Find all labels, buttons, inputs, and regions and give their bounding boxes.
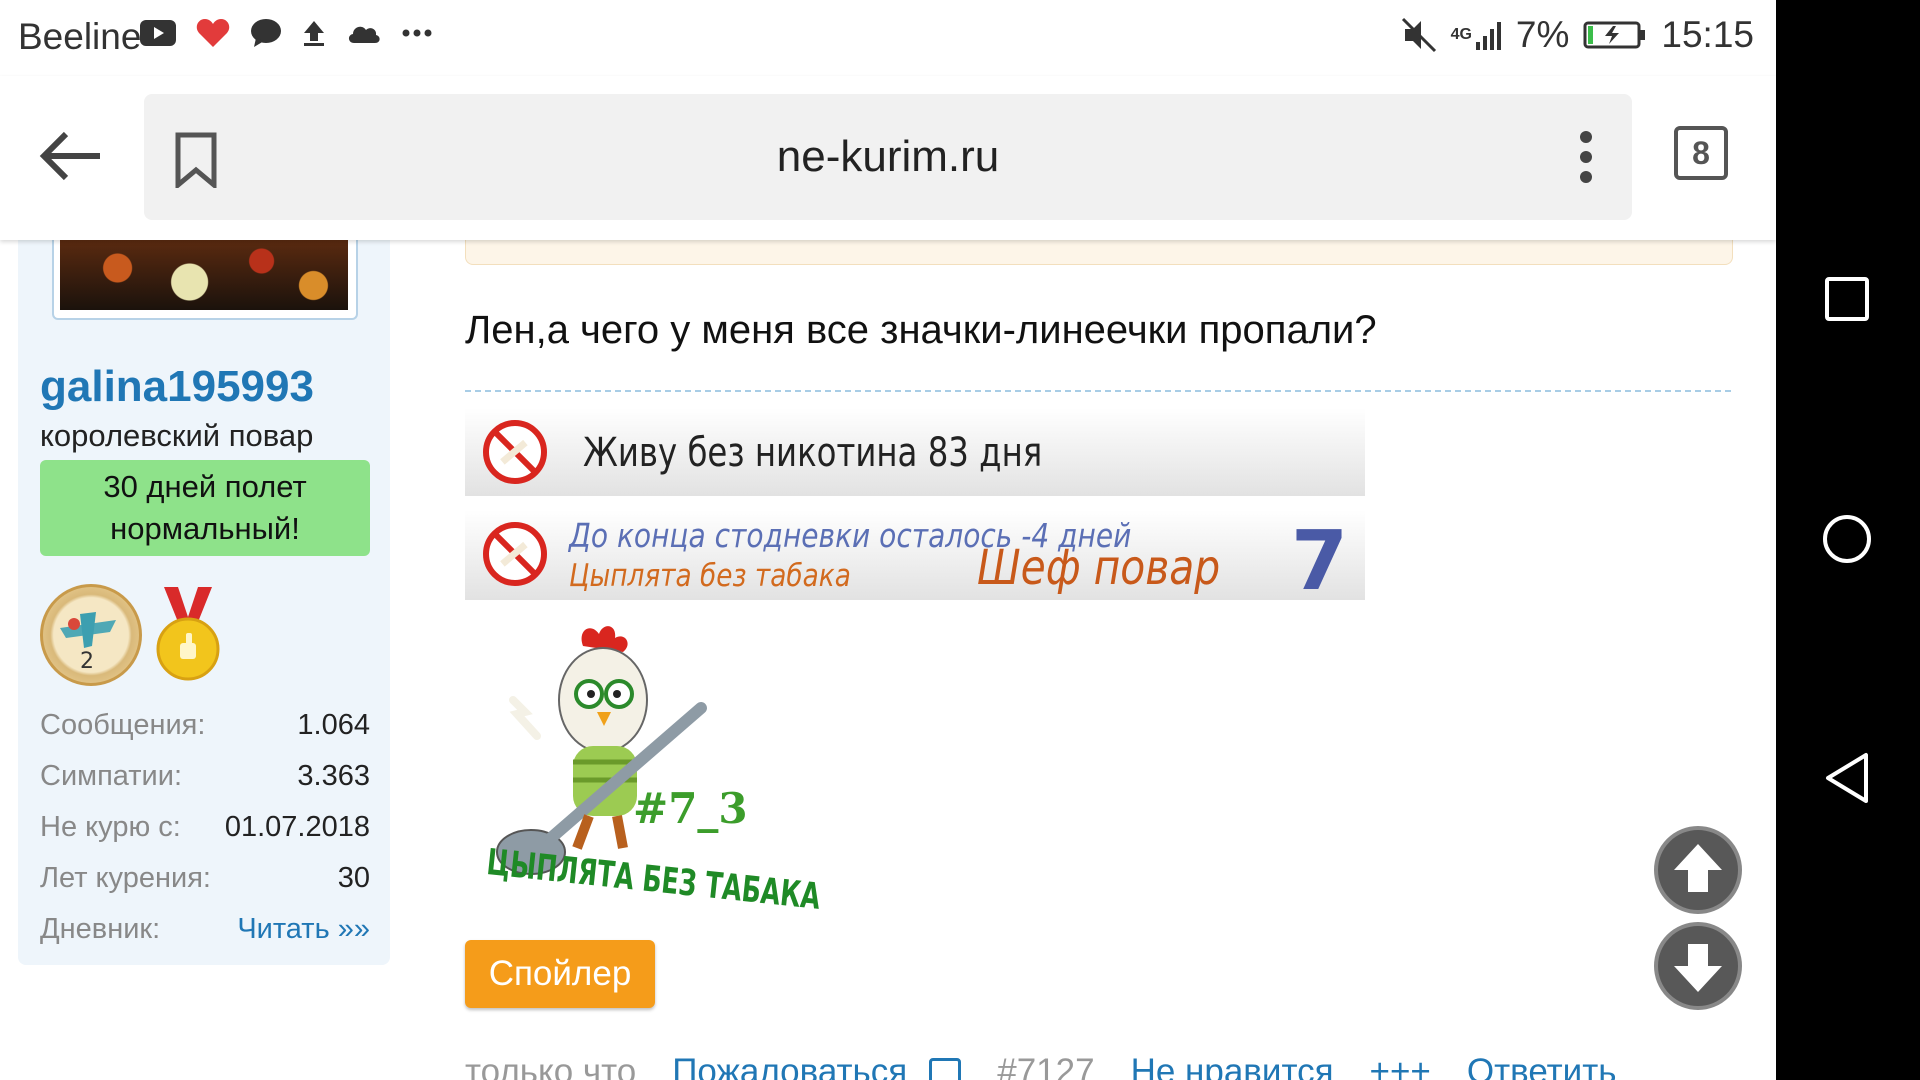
user-stats: Сообщения: 1.064 Симпатии: 3.363 Не курю… bbox=[40, 700, 370, 955]
stat-value: 30 bbox=[337, 862, 370, 894]
stat-value: 3.363 bbox=[297, 760, 370, 792]
stat-value: 1.064 bbox=[297, 709, 370, 741]
username-link[interactable]: galina195993 bbox=[40, 362, 314, 412]
chicken-image[interactable]: #7_3 ЦЫПЛЯТА БЕЗ ТАБАКА bbox=[465, 616, 822, 918]
scroll-down-button[interactable] bbox=[1654, 922, 1742, 1010]
browser-toolbar: ne-kurim.ru 8 bbox=[0, 76, 1776, 240]
cloud-icon bbox=[348, 26, 380, 43]
stat-label: Дневник: bbox=[40, 913, 161, 945]
notification-icons bbox=[140, 18, 432, 48]
banner-team: Цыплята без табака bbox=[569, 558, 851, 594]
scroll-up-button[interactable] bbox=[1654, 826, 1742, 914]
diary-read-link[interactable]: Читать »» bbox=[237, 913, 370, 946]
tabs-count-button[interactable]: 8 bbox=[1674, 126, 1728, 180]
system-status: 4G 7% 15:15 bbox=[1401, 14, 1754, 56]
battery-charging-icon bbox=[1583, 21, 1646, 49]
signature-banner-challenge[interactable]: До конца стодневки осталось -4 дней Цыпл… bbox=[465, 510, 1365, 609]
signature-banner-days[interactable]: Живу без никотина 83 дня bbox=[465, 408, 1365, 496]
back-icon[interactable] bbox=[1824, 752, 1870, 804]
url-text[interactable]: ne-kurim.ru bbox=[144, 132, 1632, 182]
signature-divider bbox=[465, 390, 1731, 392]
no-smoking-icon bbox=[483, 420, 547, 484]
youtube-icon bbox=[140, 20, 176, 46]
upload-icon bbox=[304, 21, 324, 46]
medal-icon[interactable] bbox=[156, 587, 220, 683]
page-content: galina195993 королевский повар 30 дней п… bbox=[0, 240, 1776, 1080]
reply-link[interactable]: Ответить bbox=[1467, 1052, 1617, 1080]
browser-screen: Beeline 4G 7% 15:15 ne-kurim.ru 8 galina… bbox=[0, 0, 1776, 1080]
stat-smoking-years: Лет курения: 30 bbox=[40, 853, 370, 904]
navigation-bar bbox=[1776, 0, 1920, 1080]
post-time: только что bbox=[465, 1052, 637, 1080]
heart-icon bbox=[196, 19, 230, 47]
network-type: 4G bbox=[1450, 26, 1472, 43]
quote-block bbox=[465, 240, 1733, 265]
stat-messages: Сообщения: 1.064 bbox=[40, 700, 370, 751]
stat-value: 01.07.2018 bbox=[224, 811, 370, 843]
arrow-up-icon bbox=[1674, 844, 1722, 892]
back-arrow-icon[interactable] bbox=[36, 124, 108, 188]
home-icon[interactable] bbox=[1822, 514, 1872, 564]
select-checkbox[interactable] bbox=[929, 1058, 962, 1080]
carrier-name: Beeline bbox=[18, 16, 142, 57]
award-number: 2 bbox=[80, 649, 94, 674]
more-icon bbox=[402, 29, 432, 37]
arrow-down-icon bbox=[1674, 944, 1722, 992]
spoiler-button[interactable]: Спойлер bbox=[465, 940, 655, 1008]
battery-percent: 7% bbox=[1515, 14, 1570, 55]
post-number[interactable]: #7127 bbox=[997, 1052, 1094, 1080]
user-status: 30 дней полет нормальный! bbox=[40, 460, 370, 556]
stat-diary: Дневник: Читать »» bbox=[40, 904, 370, 955]
status-bar: Beeline 4G 7% 15:15 bbox=[0, 0, 1776, 76]
user-sidebar: galina195993 королевский повар 30 дней п… bbox=[18, 240, 390, 965]
user-title: королевский повар bbox=[40, 418, 314, 453]
avatar-image bbox=[60, 240, 348, 310]
user-awards: 2 bbox=[40, 584, 220, 686]
menu-dots-icon[interactable] bbox=[1578, 130, 1594, 184]
chicken-number: #7_3 bbox=[633, 784, 748, 833]
chat-icon bbox=[251, 19, 281, 47]
signal-icon bbox=[1475, 22, 1501, 50]
report-link[interactable]: Пожаловаться bbox=[672, 1052, 907, 1080]
award-plane-icon[interactable]: 2 bbox=[40, 584, 142, 686]
banner-number: 7 bbox=[1291, 514, 1349, 609]
banner-days-text: Живу без никотина 83 дня bbox=[583, 430, 1043, 476]
stat-label: Не курю с: bbox=[40, 811, 181, 843]
dislike-link[interactable]: Не нравится bbox=[1131, 1052, 1334, 1080]
plus-link[interactable]: +++ bbox=[1370, 1052, 1431, 1080]
recent-apps-icon[interactable] bbox=[1824, 276, 1870, 322]
post-footer: только что Пожаловаться #7127 Не нравитс… bbox=[465, 1052, 1765, 1080]
address-bar[interactable]: ne-kurim.ru bbox=[144, 94, 1632, 220]
stat-likes: Симпатии: 3.363 bbox=[40, 751, 370, 802]
banner-rank: Шеф повар bbox=[977, 540, 1221, 596]
mute-icon bbox=[1401, 17, 1436, 53]
stat-label: Сообщения: bbox=[40, 709, 206, 741]
stat-label: Симпатии: bbox=[40, 760, 183, 792]
post-message: Лен,а чего у меня все значки-линеечки пр… bbox=[465, 308, 1377, 352]
stat-quit-date: Не курю с: 01.07.2018 bbox=[40, 802, 370, 853]
stat-label: Лет курения: bbox=[40, 862, 211, 894]
avatar[interactable] bbox=[52, 240, 358, 320]
clock: 15:15 bbox=[1661, 14, 1754, 55]
no-smoking-icon bbox=[483, 522, 547, 586]
